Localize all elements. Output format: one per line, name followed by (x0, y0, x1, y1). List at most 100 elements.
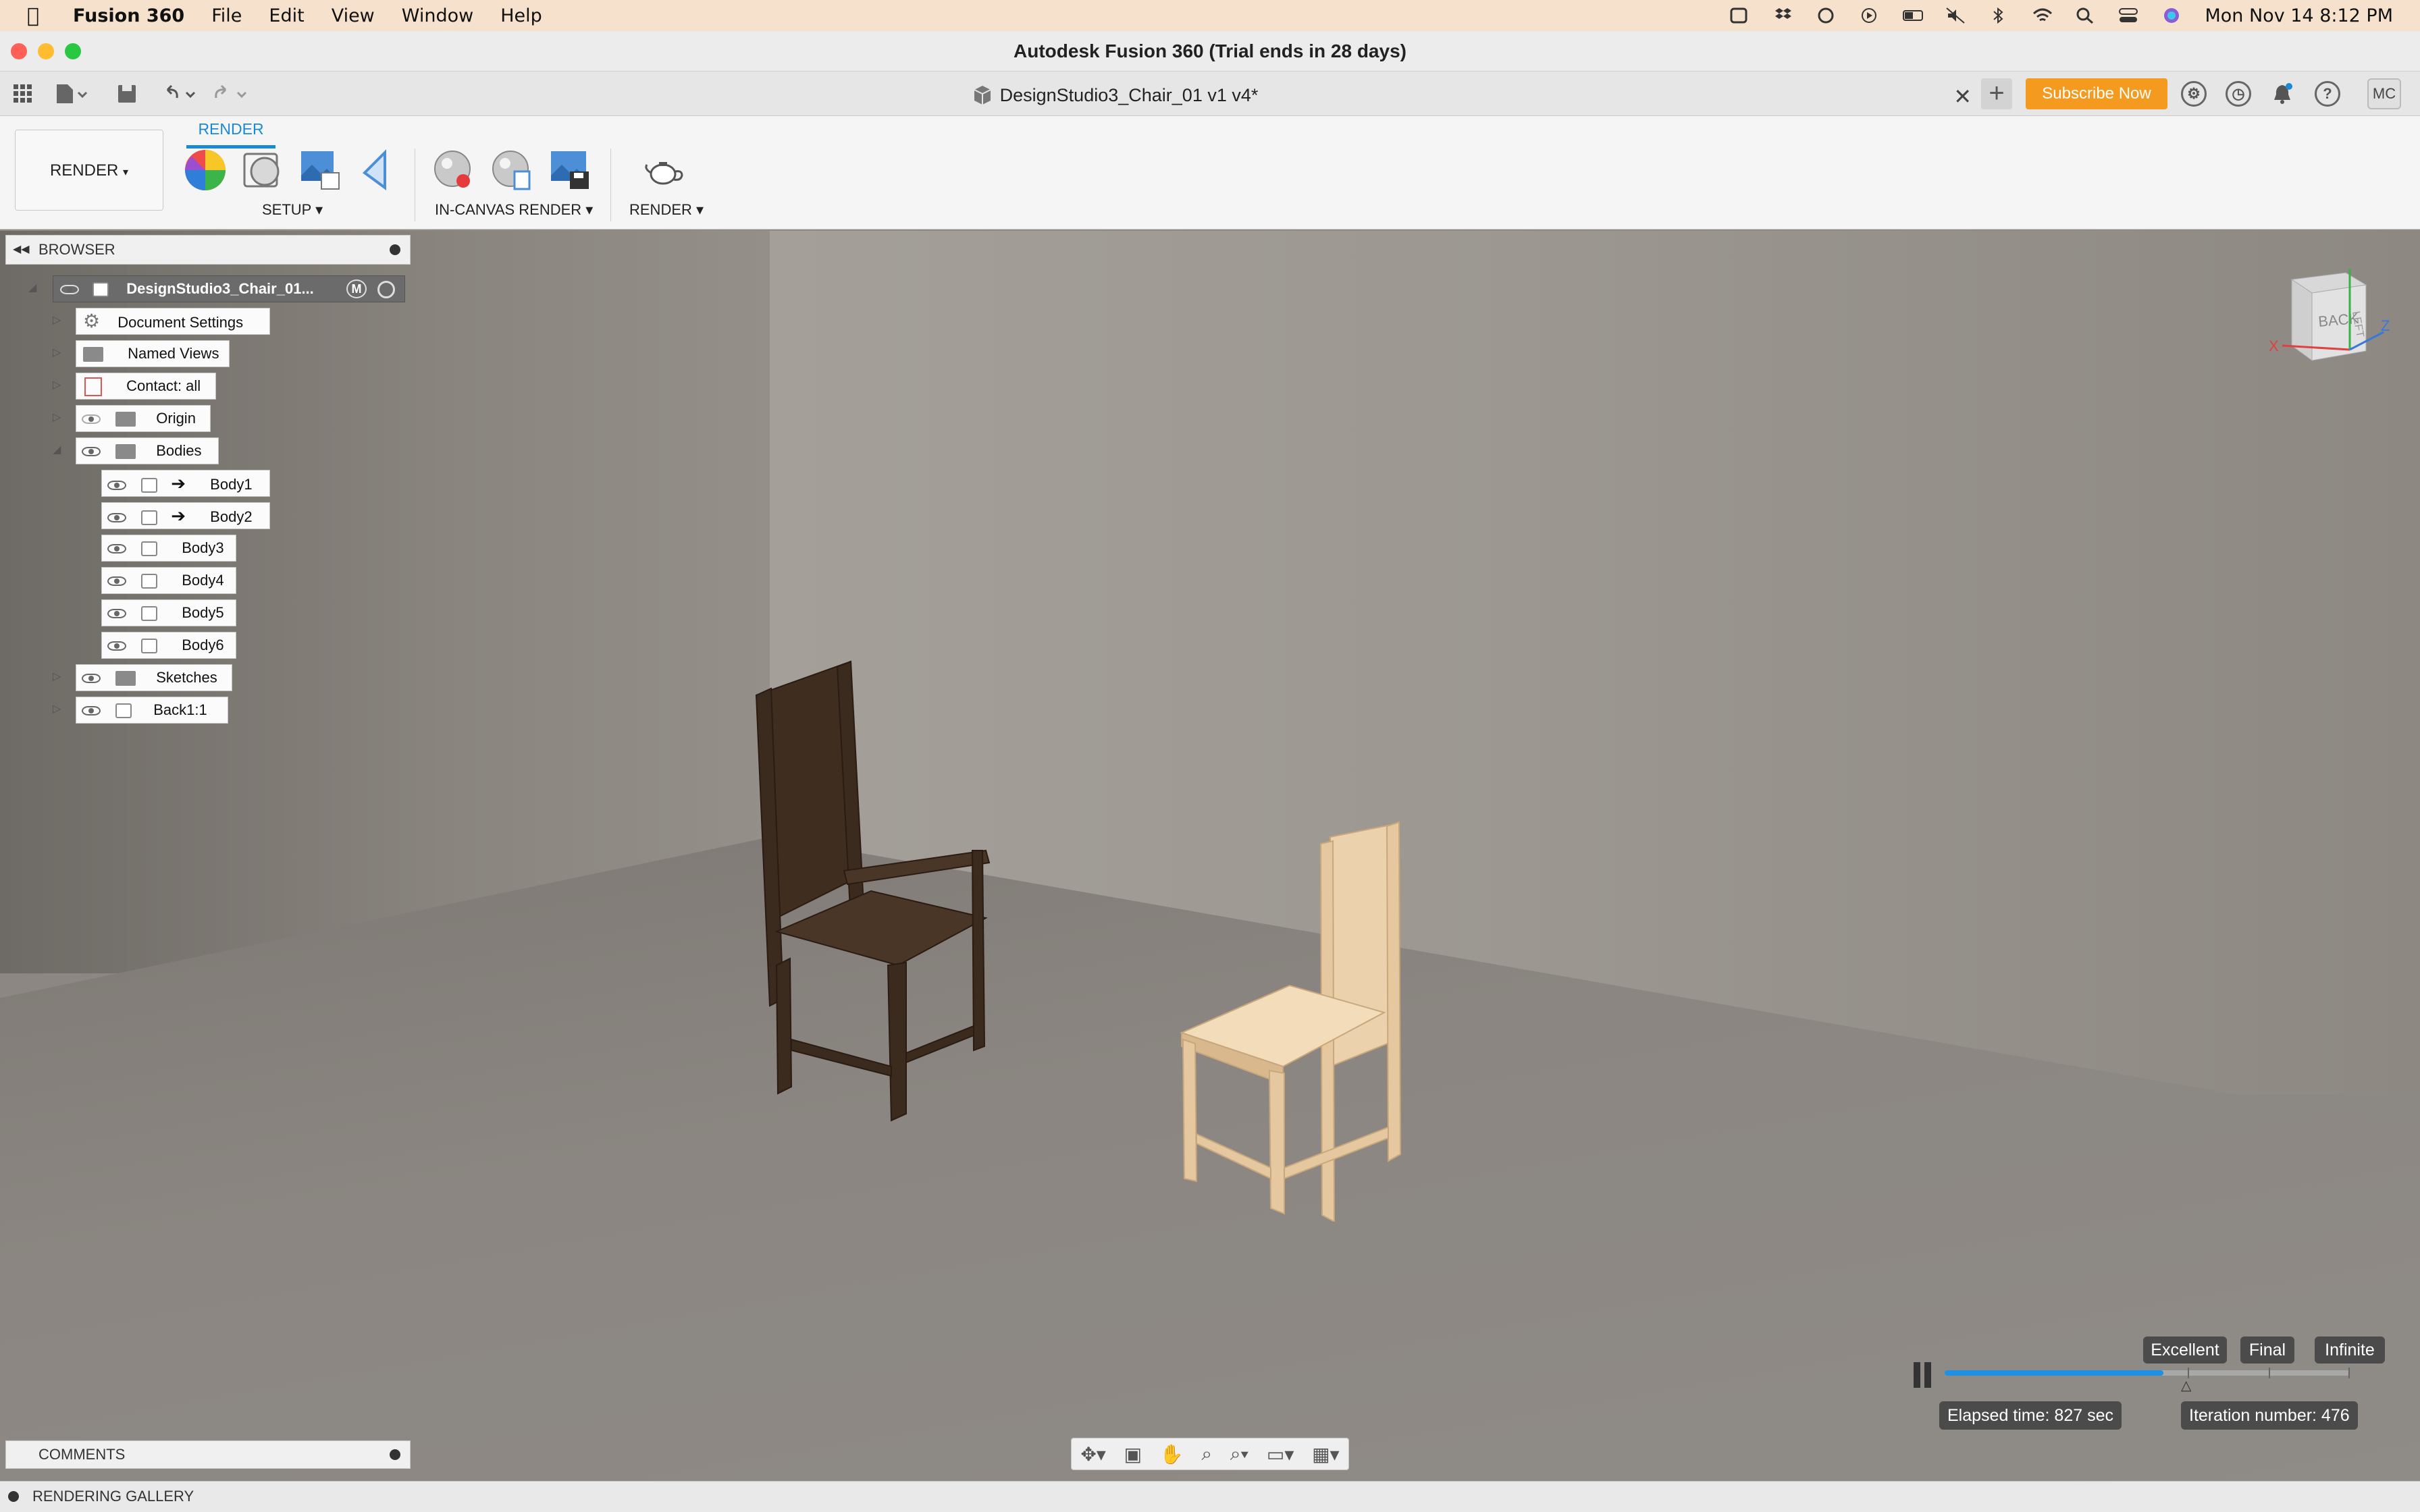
workspace-switcher[interactable]: RENDER ▾ (15, 130, 163, 211)
menu-edit[interactable]: Edit (269, 5, 304, 26)
browser-node-named-views[interactable]: Named Views (76, 340, 230, 367)
browser-node-body1[interactable]: ➔ Body1 (101, 470, 270, 497)
render-progress-bar[interactable]: △ (1945, 1368, 2350, 1393)
expand-caret[interactable]: ▷ (53, 313, 61, 327)
menubar-clock[interactable]: Mon Nov 14 8:12 PM (2205, 5, 2393, 26)
browser-node-body2[interactable]: ➔ Body2 (101, 502, 270, 529)
creative-cloud-icon[interactable] (1816, 7, 1836, 24)
visibility-eye-icon[interactable] (107, 609, 126, 619)
decal-tool[interactable] (358, 148, 401, 192)
grid-settings-icon[interactable]: ▦▾ (1312, 1443, 1340, 1465)
expand-root-caret[interactable]: ◢ (28, 281, 36, 294)
notifications-icon[interactable] (2271, 81, 2293, 107)
browser-node-contact[interactable]: Contact: all (76, 373, 216, 400)
rendering-gallery-bar[interactable]: RENDERING GALLERY (0, 1481, 2420, 1512)
spotlight-search-icon[interactable] (2075, 7, 2095, 24)
undo-icon[interactable] (161, 81, 201, 107)
orbit-icon[interactable]: ✥▾ (1080, 1443, 1106, 1465)
visibility-eye-icon[interactable] (107, 544, 126, 554)
document-tab[interactable]: DesignStudio3_Chair_01 v1 v4* ✕ (257, 76, 1972, 115)
app-grid-icon[interactable] (12, 81, 34, 107)
mute-icon[interactable] (1945, 7, 1966, 24)
browser-options-icon[interactable] (390, 244, 400, 255)
in-canvas-render-settings-tool[interactable] (490, 148, 533, 192)
status-app-icon[interactable] (1729, 7, 1750, 24)
dropbox-icon[interactable] (1772, 7, 1793, 24)
browser-node-origin[interactable]: Origin (76, 405, 211, 432)
fit-icon[interactable]: ⌕▾ (1230, 1443, 1248, 1465)
browser-panel-header[interactable]: ◀◀ BROWSER (5, 235, 411, 265)
capture-image-tool[interactable] (548, 148, 591, 192)
bluetooth-icon[interactable] (1989, 7, 2009, 24)
visibility-eye-icon[interactable] (82, 447, 101, 457)
display-settings-icon[interactable]: ▭▾ (1267, 1443, 1294, 1465)
comments-panel-header[interactable]: COMMENTS (5, 1440, 411, 1469)
scene-settings-tool[interactable] (298, 148, 342, 192)
collapse-panel-icon[interactable]: ◀◀ (13, 236, 30, 264)
activate-radio-icon[interactable] (377, 281, 395, 298)
new-tab-button[interactable]: + (1981, 78, 2012, 109)
gallery-toggle-icon[interactable] (8, 1491, 19, 1502)
viewcube[interactable]: BACK LEFT X Z (2265, 265, 2393, 373)
browser-node-bodies[interactable]: Bodies (76, 437, 219, 464)
wifi-icon[interactable] (2032, 7, 2053, 24)
render-tool[interactable] (641, 148, 685, 192)
look-at-icon[interactable]: ▣ (1124, 1443, 1142, 1465)
menu-file[interactable]: File (211, 5, 242, 26)
collapse-caret[interactable]: ◢ (53, 443, 61, 456)
visibility-eye-icon[interactable] (82, 706, 101, 716)
browser-node-document-settings[interactable]: ⚙ Document Settings (76, 308, 270, 335)
dark-chair-model[interactable] (729, 648, 1013, 1134)
group-setup-label[interactable]: SETUP ▾ (262, 201, 323, 219)
expand-caret[interactable]: ▷ (53, 346, 61, 359)
play-icon[interactable] (1859, 7, 1879, 24)
file-menu-icon[interactable] (54, 81, 88, 107)
job-status-icon[interactable]: ◷ (2226, 81, 2251, 107)
extensions-icon[interactable]: ⚙ (2181, 81, 2207, 107)
visibility-eye-icon[interactable] (107, 641, 126, 651)
browser-node-back[interactable]: Back1:1 (76, 697, 228, 724)
battery-icon[interactable] (1902, 7, 1924, 24)
browser-node-body4[interactable]: Body4 (101, 567, 236, 594)
visibility-eye-icon[interactable] (107, 576, 126, 587)
help-icon[interactable]: ? (2315, 81, 2340, 107)
browser-node-body5[interactable]: Body5 (101, 599, 236, 626)
siri-icon[interactable] (2161, 7, 2182, 24)
quality-marker-icon[interactable]: △ (2181, 1377, 2191, 1394)
browser-node-body6[interactable]: Body6 (101, 632, 236, 659)
quality-excellent-chip[interactable]: Excellent (2143, 1336, 2227, 1364)
light-chair-model[interactable] (1168, 817, 1438, 1222)
visibility-eye-icon[interactable] (107, 481, 126, 491)
in-canvas-render-tool[interactable] (432, 148, 475, 192)
appearance-tool[interactable] (184, 148, 227, 192)
visibility-eye-icon[interactable] (107, 513, 126, 523)
hidden-eye-icon[interactable] (82, 414, 101, 425)
menu-app-name[interactable]: Fusion 360 (73, 5, 184, 26)
expand-caret[interactable]: ▷ (53, 410, 61, 424)
zoom-icon[interactable]: ⌕ (1201, 1443, 1212, 1465)
tab-render[interactable]: RENDER (186, 120, 275, 148)
apple-icon[interactable]:  (27, 4, 39, 28)
group-render-label[interactable]: RENDER ▾ (629, 201, 704, 219)
visibility-eye-icon[interactable] (60, 285, 79, 295)
visibility-eye-icon[interactable] (82, 674, 101, 684)
menu-window[interactable]: Window (402, 5, 473, 26)
control-center-icon[interactable] (2118, 7, 2138, 24)
menu-view[interactable]: View (332, 5, 375, 26)
expand-caret[interactable]: ▷ (53, 702, 61, 716)
close-tab-icon[interactable]: ✕ (1953, 84, 1972, 109)
expand-caret[interactable]: ▷ (53, 670, 61, 683)
root-badge-icon[interactable]: M (346, 279, 367, 298)
expand-caret[interactable]: ▷ (53, 378, 61, 392)
browser-node-sketches[interactable]: Sketches (76, 664, 232, 691)
subscribe-now-button[interactable]: Subscribe Now (2026, 78, 2167, 109)
add-comment-icon[interactable] (390, 1449, 400, 1460)
redo-icon[interactable] (212, 81, 253, 107)
browser-node-body3[interactable]: Body3 (101, 535, 236, 562)
pan-hand-icon[interactable]: ✋ (1160, 1443, 1184, 1465)
save-icon[interactable] (116, 81, 138, 107)
pause-render-button[interactable] (1914, 1362, 1934, 1388)
browser-root-node[interactable]: DesignStudio3_Chair_01... M (53, 275, 405, 302)
quality-final-chip[interactable]: Final (2240, 1336, 2294, 1364)
user-avatar[interactable]: MC (2367, 78, 2401, 109)
